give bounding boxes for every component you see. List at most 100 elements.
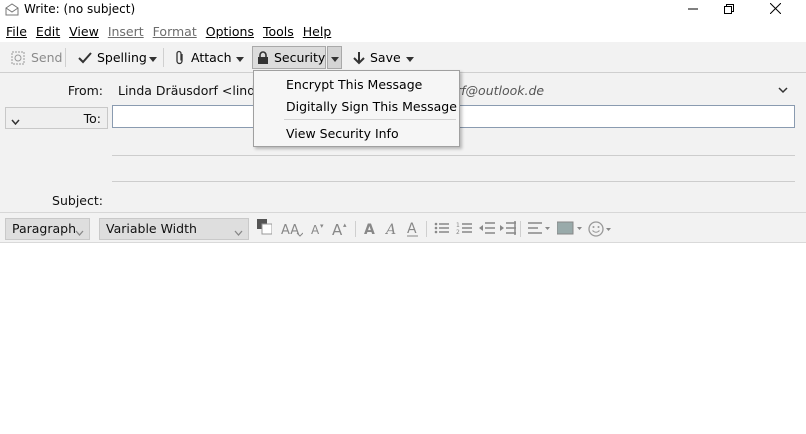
smaller-text-icon[interactable]: A ▾: [311, 221, 327, 237]
save-label: Save: [370, 50, 401, 65]
align-icon[interactable]: [528, 221, 550, 235]
menu-insert-label: Insert: [107, 23, 144, 39]
decrease-font-size-icon[interactable]: AA: [281, 221, 303, 237]
window-title: Write: (no subject): [24, 2, 136, 16]
outdent-icon[interactable]: [479, 221, 495, 235]
numbered-list-icon[interactable]: 12: [456, 221, 472, 235]
svg-text:2: 2: [456, 229, 460, 235]
send-label: Send: [31, 50, 63, 65]
menu-file-label: File: [6, 23, 27, 39]
insert-image-icon[interactable]: [557, 221, 583, 235]
larger-text-icon[interactable]: A ▴: [332, 221, 350, 237]
restore-icon: [724, 3, 734, 17]
maximize-button[interactable]: [706, 0, 752, 20]
recipient-type-select[interactable]: To:: [5, 107, 108, 129]
save-dropdown-button[interactable]: [403, 46, 417, 69]
font-family-value: Variable Width: [106, 221, 197, 236]
font-family-select[interactable]: Variable Width: [99, 218, 249, 240]
attach-button[interactable]: Attach: [170, 46, 236, 69]
chevron-down-icon: [236, 51, 244, 65]
bold-icon[interactable]: A: [363, 221, 377, 237]
send-icon: [10, 50, 26, 66]
close-icon: [769, 2, 781, 17]
recipient-row-divider: [112, 181, 795, 182]
menu-format-label: Format: [152, 23, 197, 39]
svg-text:A: A: [364, 222, 375, 237]
format-toolbar: Paragraph Variable Width AA A ▾ A ▴ A A A …: [0, 213, 806, 243]
format-divider: [520, 221, 521, 237]
menu-tools[interactable]: Tools: [259, 24, 298, 39]
recipient-row-divider: [112, 155, 795, 156]
from-identity-tail: rf@outlook.de: [456, 83, 545, 98]
lock-icon: [257, 51, 269, 64]
spelling-dropdown-button[interactable]: [146, 46, 160, 69]
compose-toolbar: Send Spelling Attach Security Save: [0, 42, 806, 73]
chevron-down-icon[interactable]: [778, 83, 788, 97]
security-button[interactable]: Security: [252, 46, 326, 69]
svg-text:A: A: [407, 221, 417, 237]
save-button[interactable]: Save: [349, 46, 405, 69]
encrypt-message-item[interactable]: Encrypt This Message: [286, 77, 422, 92]
toolbar-divider: [163, 48, 164, 67]
menu-options[interactable]: Options: [202, 24, 258, 39]
chevron-down-icon: [149, 51, 157, 65]
chevron-down-icon: [75, 224, 84, 239]
subject-label: Subject:: [52, 193, 103, 208]
close-button[interactable]: [752, 0, 798, 20]
from-label: From:: [67, 83, 103, 98]
chevron-down-icon: [330, 51, 339, 65]
smiley-icon[interactable]: [588, 221, 612, 237]
chevron-down-icon: [234, 224, 243, 239]
sign-message-item[interactable]: Digitally Sign This Message: [286, 99, 457, 114]
chevron-down-icon: [406, 51, 414, 65]
svg-text:A: A: [385, 222, 396, 237]
menu-help-label: Help: [302, 23, 332, 39]
compose-envelope-icon: [5, 3, 19, 16]
attach-dropdown-button[interactable]: [233, 46, 247, 69]
title-bar: Write: (no subject): [0, 0, 806, 20]
message-body-editor[interactable]: [0, 244, 806, 434]
minimize-icon: [688, 3, 698, 17]
menu-help[interactable]: Help: [299, 24, 336, 39]
spelling-label: Spelling: [97, 50, 147, 65]
menu-edit[interactable]: Edit: [32, 24, 64, 39]
security-dropdown-button[interactable]: [327, 46, 342, 69]
indent-icon[interactable]: [500, 221, 516, 235]
svg-text:▴: ▴: [343, 221, 347, 229]
security-menu-popup: Encrypt This Message Digitally Sign This…: [253, 70, 460, 147]
paragraph-format-value: Paragraph: [12, 221, 77, 236]
security-label: Security: [274, 50, 326, 65]
checkmark-icon: [78, 51, 92, 65]
text-color-icon[interactable]: [256, 218, 272, 236]
svg-text:▾: ▾: [320, 222, 324, 230]
toolbar-divider: [65, 48, 66, 67]
menu-view[interactable]: View: [65, 24, 103, 39]
menu-format[interactable]: Format: [149, 24, 201, 39]
format-divider: [355, 221, 356, 237]
svg-text:AA: AA: [281, 223, 299, 237]
menu-separator: [284, 119, 456, 120]
paragraph-format-select[interactable]: Paragraph: [5, 218, 90, 240]
menu-bar: File Edit View Insert Format Options Too…: [0, 20, 806, 42]
italic-icon[interactable]: A: [385, 221, 399, 237]
paperclip-icon: [174, 50, 186, 66]
menu-view-label: View: [69, 23, 99, 39]
menu-tools-label: Tools: [262, 23, 294, 39]
menu-options-label: Options: [205, 23, 254, 39]
format-divider: [426, 221, 427, 237]
subject-input[interactable]: [112, 191, 795, 211]
send-button[interactable]: Send: [6, 46, 66, 69]
to-label: To:: [83, 111, 101, 126]
svg-text:1: 1: [456, 222, 460, 229]
svg-text:A: A: [332, 221, 343, 237]
view-security-info-item[interactable]: View Security Info: [286, 126, 399, 141]
underline-icon[interactable]: A: [406, 221, 420, 238]
svg-text:A: A: [311, 223, 320, 237]
download-arrow-icon: [353, 51, 365, 65]
menu-edit-label: Edit: [35, 23, 61, 39]
spelling-button[interactable]: Spelling: [74, 46, 151, 69]
menu-insert[interactable]: Insert: [104, 24, 148, 39]
menu-file[interactable]: File: [2, 24, 31, 39]
attach-label: Attach: [191, 50, 232, 65]
bullet-list-icon[interactable]: [434, 221, 449, 235]
